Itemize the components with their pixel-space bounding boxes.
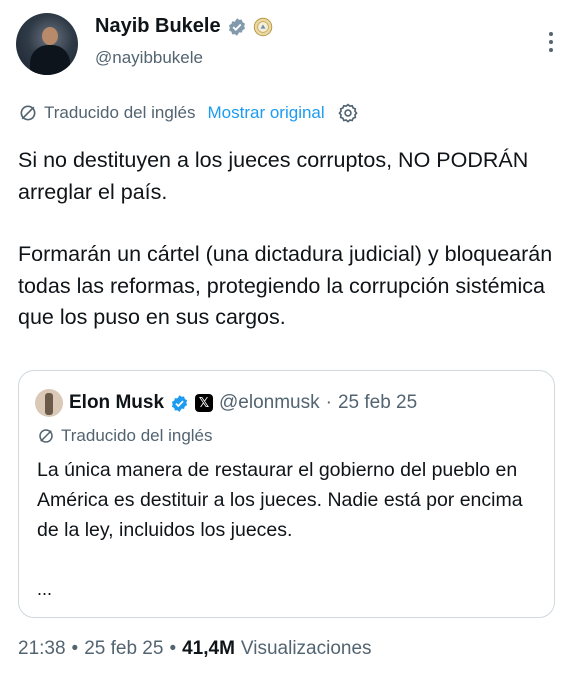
tweet-date[interactable]: 25 feb 25 (84, 638, 163, 660)
quoted-translation-row: Traducido del inglés (37, 426, 213, 446)
verified-badge-icon (228, 17, 245, 36)
show-original-link[interactable]: Mostrar original (208, 103, 325, 123)
meta-separator: • (169, 638, 177, 659)
translation-row: Traducido del inglés Mostrar original (18, 102, 359, 124)
tweet-text: Si no destituyen a los jueces corruptos,… (18, 145, 558, 334)
meta-separator: • (71, 638, 79, 659)
tweet-paragraph: Formarán un cártel (una dictadura judici… (18, 242, 553, 329)
quoted-translation-label: Traducido del inglés (61, 426, 213, 445)
quoted-tweet-card[interactable]: Elon Musk 𝕏 @elonmusk · 25 feb 25 Traduc… (18, 370, 555, 618)
tweet-meta: 21:38 • 25 feb 25 • 41,4M Visualizacione… (18, 638, 372, 660)
translate-icon (39, 429, 53, 443)
views-count[interactable]: 41,4M (182, 638, 235, 660)
translate-icon (20, 105, 36, 121)
quoted-author-avatar[interactable] (35, 389, 63, 417)
author-name-row: Nayib Bukele (95, 15, 273, 38)
author-handle[interactable]: @nayibbukele (95, 48, 203, 68)
author-avatar[interactable] (16, 13, 78, 75)
author-name[interactable]: Nayib Bukele (95, 15, 221, 38)
tweet-time[interactable]: 21:38 (18, 638, 66, 660)
separator-dot: · (325, 392, 332, 413)
views-label[interactable]: Visualizaciones (241, 638, 372, 660)
quoted-author-name[interactable]: Elon Musk (69, 392, 164, 414)
tweet-paragraph: Si no destituyen a los jueces corruptos,… (18, 148, 529, 204)
avatar-face-shape (42, 27, 58, 45)
quoted-tweet-header: Elon Musk 𝕏 @elonmusk · 25 feb 25 (35, 389, 417, 417)
quoted-verified-badge-icon (171, 394, 188, 412)
x-affiliation-badge-icon: 𝕏 (195, 394, 214, 412)
quoted-tweet-date[interactable]: 25 feb 25 (338, 392, 417, 414)
more-options-icon[interactable] (549, 32, 553, 52)
quoted-tweet-text: La única manera de restaurar el gobierno… (37, 459, 523, 541)
avatar-body-shape (30, 45, 70, 75)
translation-settings-gear-icon[interactable] (337, 102, 359, 124)
translation-label: Traducido del inglés (44, 103, 196, 122)
quoted-author-handle[interactable]: @elonmusk (219, 392, 320, 414)
government-seal-icon (253, 17, 272, 36)
quoted-text-ellipsis: ... (37, 579, 53, 599)
